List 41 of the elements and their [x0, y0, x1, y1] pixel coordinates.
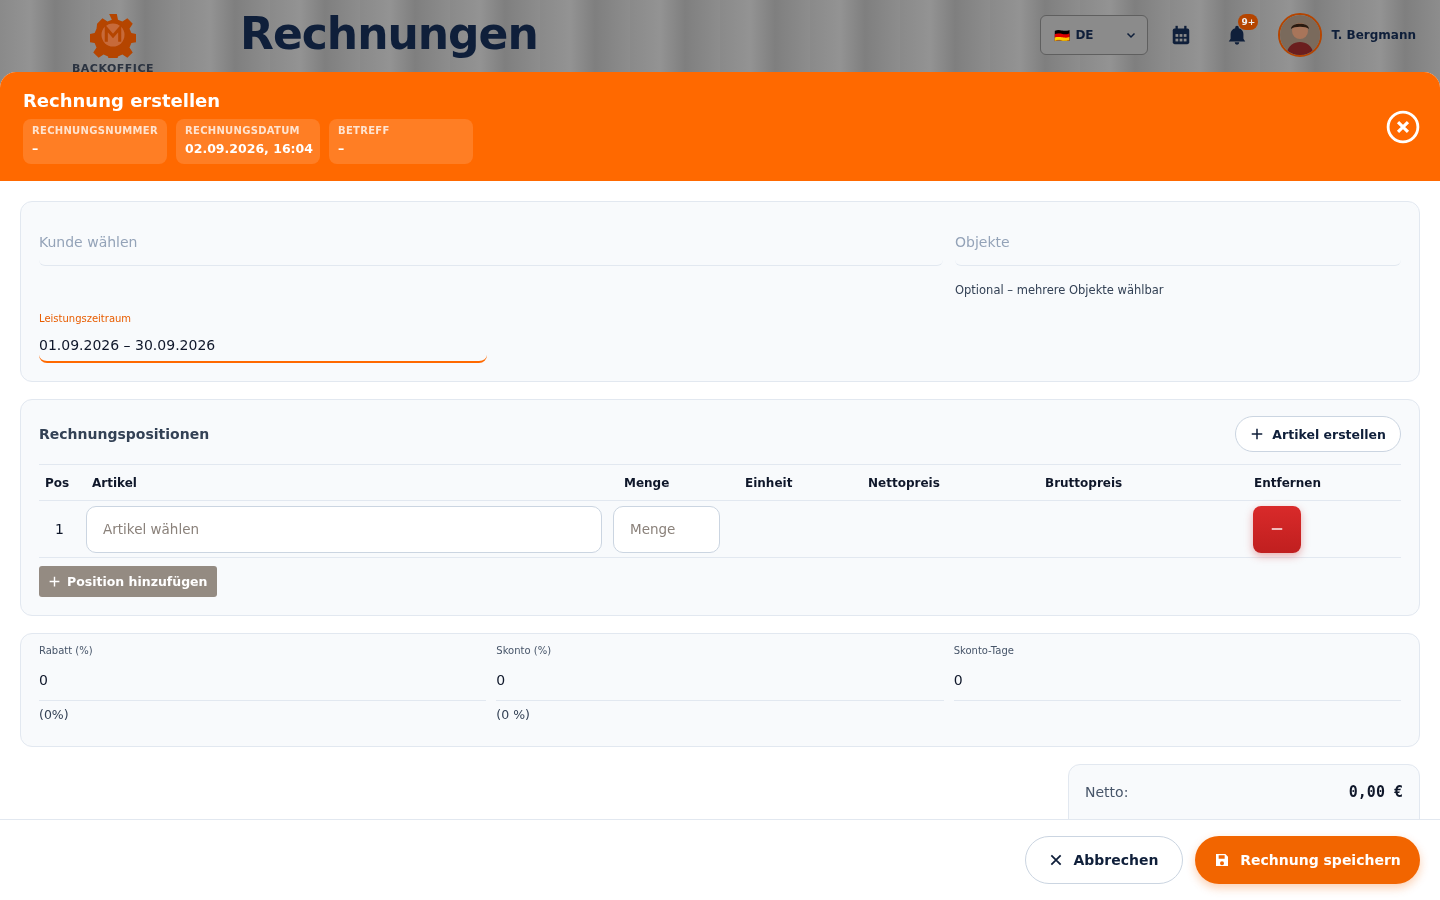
number-field[interactable]: Rabatt (%) 0	[39, 645, 487, 701]
table-cell-text: 1	[54, 521, 65, 537]
chip-label: BETREFF	[338, 124, 391, 136]
create-article-button[interactable]: Artikel erstellen	[1235, 416, 1401, 452]
column-header: Artikel	[91, 475, 138, 490]
chip-label: RECHNUNGSNUMMER	[32, 124, 158, 136]
chip-label: RECHNUNGSDATUM	[185, 124, 301, 136]
plus-icon	[48, 575, 61, 588]
gear-logo-icon	[90, 12, 136, 58]
article-field[interactable]: Artikel wählen	[86, 505, 602, 553]
number-field[interactable]: Skonto (%) 0	[496, 645, 944, 701]
plus-icon	[1250, 427, 1265, 441]
dialog-title: Rechnung erstellen	[23, 89, 222, 111]
column-header: Nettopreis	[867, 475, 941, 490]
total-value: 0,00 €	[1348, 783, 1403, 801]
quantity-field[interactable]: Menge	[613, 505, 720, 553]
notification-badge: 9+	[1238, 14, 1259, 30]
avatar[interactable]	[1278, 13, 1323, 57]
user-name[interactable]: T. Bergmann	[1331, 28, 1416, 42]
field-hint: (0 %)	[496, 707, 531, 722]
total-label: Netto:	[1085, 784, 1129, 800]
chip-value: 02.09.2026, 16:04	[185, 140, 311, 156]
close-icon[interactable]	[1386, 109, 1420, 144]
field-hint: Optional – mehrere Objekte wählbar	[955, 283, 1165, 297]
number-field[interactable]: Skonto-Tage 0	[953, 645, 1401, 701]
date-range-field[interactable]: Leistungszeitraum 01.09.2026 – 30.09.2026	[39, 313, 487, 363]
chip-value: –	[32, 140, 40, 156]
language-select[interactable]: 🇩🇪 DE	[1040, 15, 1149, 55]
chip-value: –	[338, 140, 346, 156]
column-header: Entfernen	[1253, 475, 1322, 490]
section-title: Rechnungspositionen	[39, 426, 210, 442]
field-hint: (0%)	[39, 707, 70, 722]
page-title: Rechnungen	[240, 8, 538, 59]
cancel-button[interactable]: Abbrechen	[1025, 836, 1183, 884]
close-icon	[1049, 853, 1064, 867]
column-header: Bruttopreis	[1044, 475, 1124, 490]
column-header: Pos	[44, 475, 71, 490]
column-header: Menge	[623, 475, 671, 490]
remove-button[interactable]	[1253, 505, 1301, 553]
logo-text: BACKOFFICE	[71, 62, 155, 75]
column-header: Einheit	[744, 475, 794, 490]
